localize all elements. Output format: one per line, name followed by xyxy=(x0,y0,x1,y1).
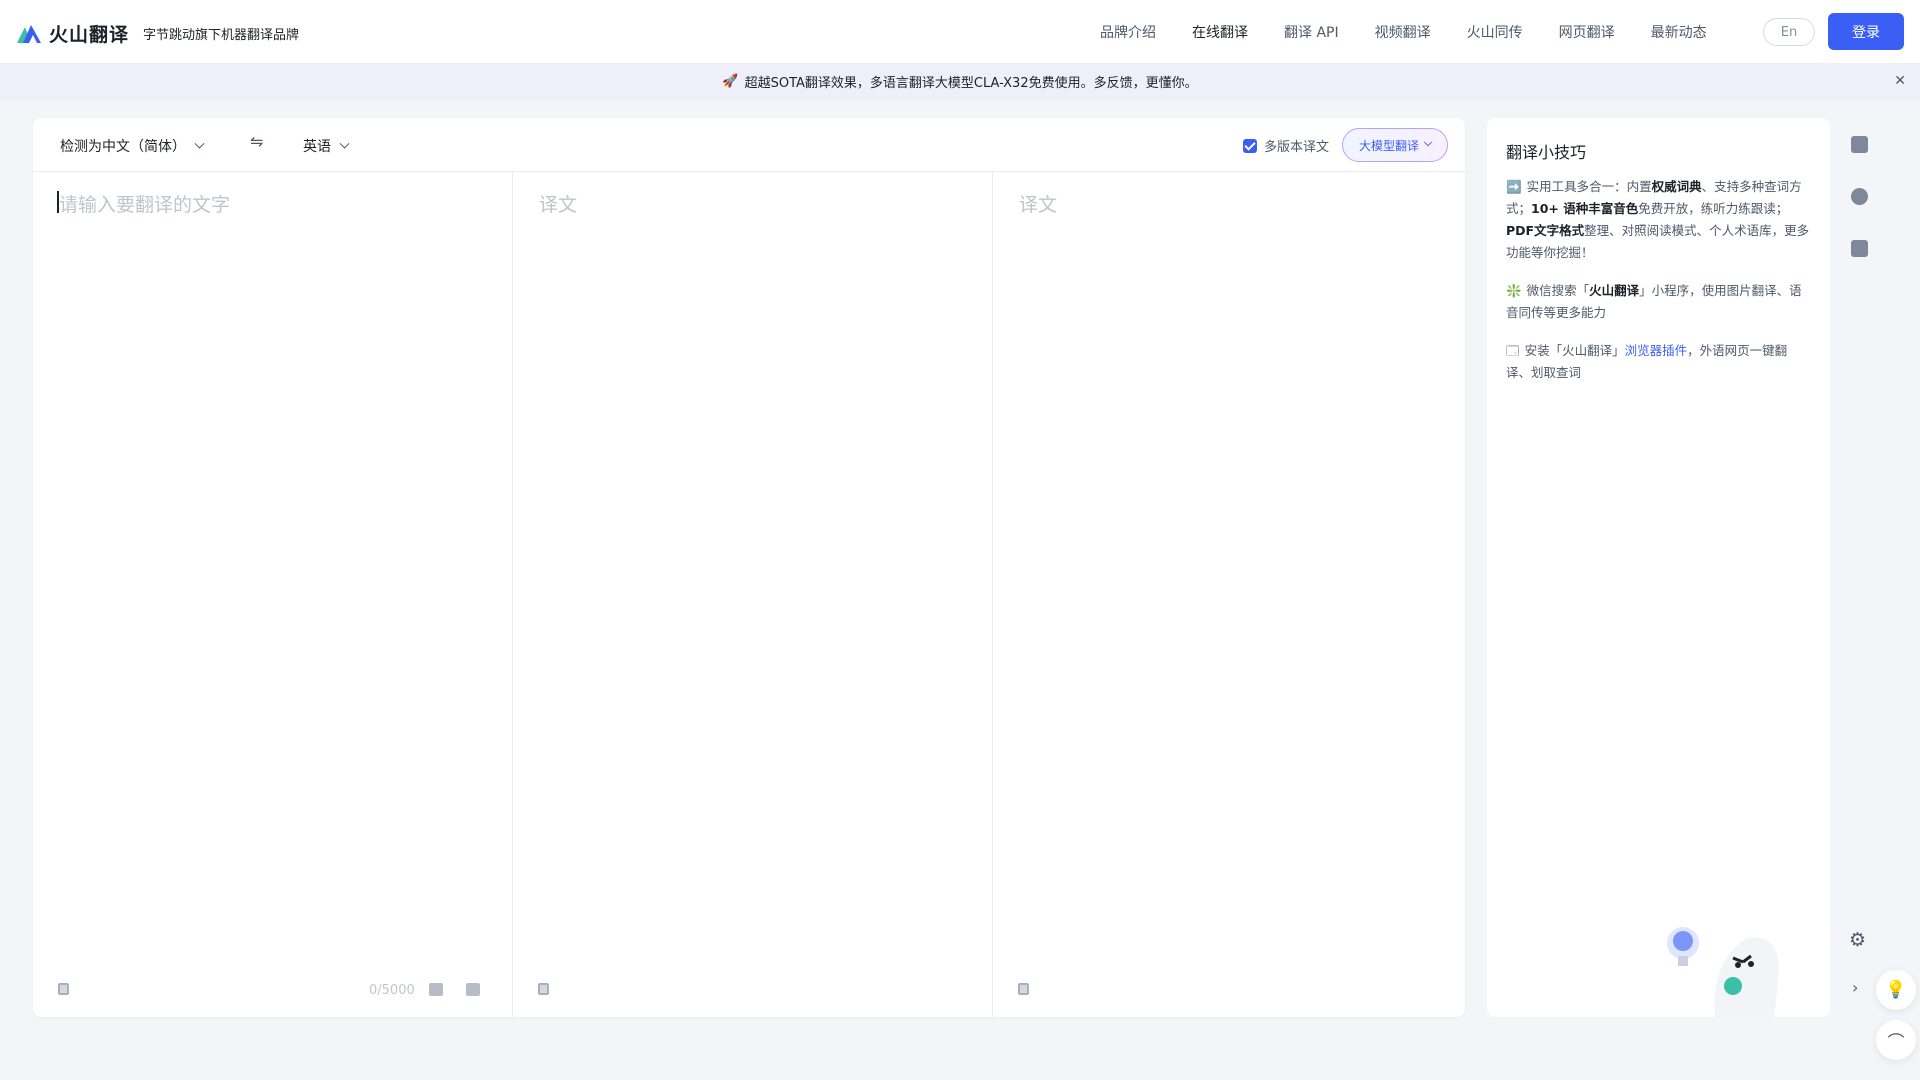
history-clock-icon[interactable] xyxy=(1851,188,1868,205)
multi-version-checkbox[interactable] xyxy=(1243,138,1257,153)
nav-video-translate[interactable]: 视频翻译 xyxy=(1375,22,1431,42)
source-language-label: 检测为中文（简体） xyxy=(60,139,186,155)
brand-logo[interactable]: 火山翻译 xyxy=(15,20,129,47)
add-icon[interactable] xyxy=(429,983,443,996)
mascot-illustration xyxy=(1667,927,1779,1017)
char-count: 0/5000 xyxy=(369,983,415,998)
tip-text: 微信搜索「 xyxy=(1526,283,1590,298)
tips-title: 翻译小技巧 xyxy=(1506,143,1587,162)
model-select-button[interactable]: 大模型翻译 xyxy=(1342,128,1448,162)
gear-icon[interactable]: ⚙ xyxy=(1849,929,1866,951)
headset-support-icon[interactable]: ⌒ xyxy=(1876,1020,1916,1060)
chevron-down-icon xyxy=(194,138,205,149)
swap-languages-icon[interactable]: ⇋ xyxy=(250,132,263,151)
nav-translate-api[interactable]: 翻译 API xyxy=(1284,22,1339,42)
browser-icon: 🗔 xyxy=(1506,343,1520,358)
copy-icon[interactable] xyxy=(1018,983,1029,995)
tip-bold: PDF文字格式 xyxy=(1506,223,1585,238)
translator-toolbar: 检测为中文（简体） ⇋ 英语 多版本译文 大模型翻译 xyxy=(33,118,1465,172)
brand-subtitle: 字节跳动旗下机器翻译品牌 xyxy=(143,28,300,43)
tip-item: ➡️ 实用工具多合一：内置权威词典、支持多种查词方式；10+ 语种丰富音色免费开放… xyxy=(1506,176,1811,264)
tip-bold: 火山翻译 xyxy=(1589,283,1640,298)
target-language-select[interactable]: 英语 xyxy=(303,136,350,156)
close-icon[interactable]: ✕ xyxy=(1894,73,1906,89)
book-icon[interactable] xyxy=(1851,136,1868,153)
favorite-star-icon[interactable] xyxy=(1851,240,1868,257)
multi-version-toggle[interactable]: 多版本译文 xyxy=(1243,136,1329,155)
chevron-down-icon xyxy=(1423,137,1433,147)
source-language-select[interactable]: 检测为中文（简体） xyxy=(60,136,205,156)
translator-panel: 检测为中文（简体） ⇋ 英语 多版本译文 大模型翻译 请输入要翻译的文字 0/5… xyxy=(33,118,1465,1017)
nav-online-translate[interactable]: 在线翻译 xyxy=(1192,22,1248,42)
rocket-icon: 🚀 xyxy=(722,74,739,89)
tip-item: 🗔 安装「火山翻译」浏览器插件，外语网页一键翻译、划取查词 xyxy=(1506,340,1811,384)
input-placeholder: 请输入要翻译的文字 xyxy=(59,194,231,216)
source-text-area[interactable]: 请输入要翻译的文字 0/5000 xyxy=(33,172,513,1017)
nav-brand-intro[interactable]: 品牌介绍 xyxy=(1100,22,1156,42)
nav-simultaneous[interactable]: 火山同传 xyxy=(1467,22,1523,42)
lightbulb-icon[interactable]: 💡 xyxy=(1876,970,1916,1010)
top-header: 火山翻译 字节跳动旗下机器翻译品牌 品牌介绍 在线翻译 翻译 API 视频翻译 … xyxy=(0,0,1920,63)
tip-bold: 10+ 语种丰富音色 xyxy=(1531,201,1639,216)
nav-web-translate[interactable]: 网页翻译 xyxy=(1559,22,1615,42)
copy-icon[interactable] xyxy=(58,983,69,995)
chevron-right-icon[interactable]: › xyxy=(1852,978,1858,997)
announcement-banner: 🚀 超越SOTA翻译效果，多语言翻译大模型CLA-X32免费使用。多反馈，更懂你… xyxy=(0,63,1920,100)
main-nav: 品牌介绍 在线翻译 翻译 API 视频翻译 火山同传 网页翻译 最新动态 xyxy=(1100,0,1743,63)
nav-news[interactable]: 最新动态 xyxy=(1651,22,1707,42)
model-label: 大模型翻译 xyxy=(1358,138,1419,153)
login-button[interactable]: 登录 xyxy=(1828,13,1904,50)
banner-text: 超越SOTA翻译效果，多语言翻译大模型CLA-X32免费使用。多反馈，更懂你。 xyxy=(744,76,1198,91)
copy-icon[interactable] xyxy=(538,983,549,995)
translation-output-1: 译文 xyxy=(513,172,993,1017)
output-placeholder: 译文 xyxy=(539,194,578,216)
tip-item: ❇️ 微信搜索「火山翻译」小程序，使用图片翻译、语音同传等更多能力 xyxy=(1506,280,1811,324)
tip-text: 安装「火山翻译」 xyxy=(1524,343,1625,358)
tip-text: 实用工具多合一：内置 xyxy=(1526,179,1652,194)
brand-name: 火山翻译 xyxy=(49,24,130,46)
language-toggle-button[interactable]: En xyxy=(1763,18,1815,46)
output-placeholder: 译文 xyxy=(1019,194,1058,216)
multi-version-label: 多版本译文 xyxy=(1264,140,1330,155)
tip-bold: 权威词典 xyxy=(1651,179,1702,194)
arrow-right-icon: ➡️ xyxy=(1506,179,1522,194)
target-language-label: 英语 xyxy=(303,139,331,155)
translation-output-2: 译文 xyxy=(993,172,1465,1017)
browser-plugin-link[interactable]: 浏览器插件 xyxy=(1625,343,1688,358)
tips-panel: 翻译小技巧 ➡️ 实用工具多合一：内置权威词典、支持多种查词方式；10+ 语种丰富… xyxy=(1487,118,1830,1017)
keyboard-icon[interactable] xyxy=(466,983,480,996)
sparkle-icon: ❇️ xyxy=(1506,283,1522,298)
tip-text: 免费开放，练听力练跟读； xyxy=(1638,201,1789,216)
volcano-logo-icon xyxy=(17,24,41,43)
chevron-down-icon xyxy=(339,138,350,149)
